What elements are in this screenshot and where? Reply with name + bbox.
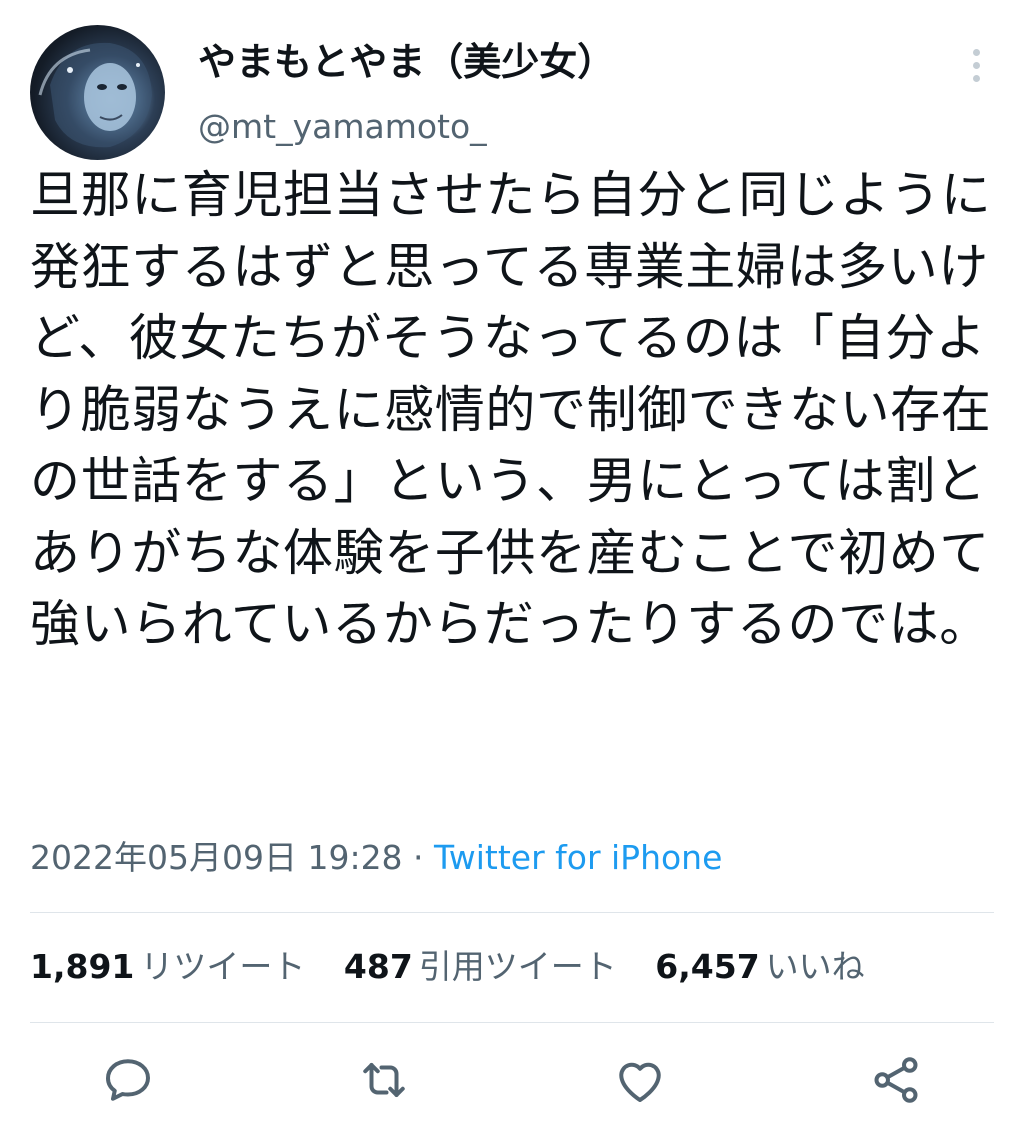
divider [30, 1022, 994, 1023]
avatar-image [38, 42, 152, 148]
user-handle[interactable]: @mt_yamamoto_ [198, 105, 487, 149]
retweet-count[interactable]: 1,891 リツイート [30, 942, 305, 992]
display-name[interactable]: やまもとやま（美少女） [198, 37, 615, 87]
share-icon[interactable] [866, 1050, 926, 1110]
reply-icon[interactable] [98, 1050, 158, 1110]
tweet-stats: 1,891 リツイート 487 引用ツイート 6,457 いいね [30, 942, 893, 992]
tweet-text: 旦那に育児担当させたら自分と同じように発狂するはずと思ってる専業主婦は多いけど、… [30, 166, 992, 653]
meta-separator: · [402, 838, 435, 877]
avatar[interactable] [30, 25, 165, 160]
retweet-icon[interactable] [354, 1050, 414, 1110]
divider [30, 912, 994, 913]
timestamp[interactable]: 2022年05月09日 19:28 [30, 838, 403, 877]
tweet-meta: 2022年05月09日 19:28 · Twitter for iPhone [30, 835, 722, 881]
quote-count[interactable]: 487 引用ツイート [344, 942, 617, 992]
like-icon[interactable] [610, 1050, 670, 1110]
source-link[interactable]: Twitter for iPhone [434, 838, 722, 877]
tweet-header: やまもとやま（美少女） @mt_yamamoto_ [30, 25, 994, 160]
like-count[interactable]: 6,457 いいね [655, 942, 864, 992]
more-icon[interactable] [966, 49, 986, 89]
action-bar [0, 1050, 1024, 1120]
